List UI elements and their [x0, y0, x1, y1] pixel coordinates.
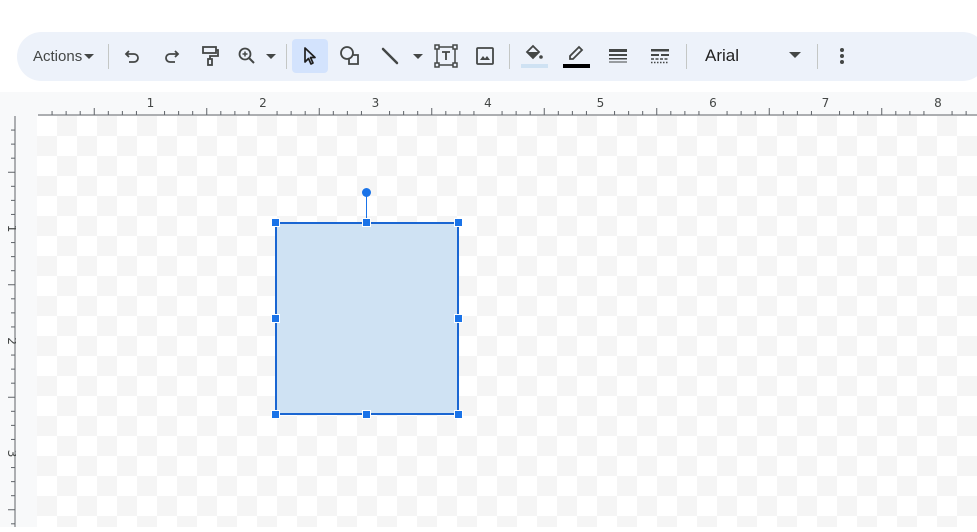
- drawing-canvas[interactable]: [37, 116, 977, 527]
- image-icon: [476, 47, 494, 65]
- actions-label: Actions: [33, 47, 83, 65]
- fill-color-button[interactable]: [519, 41, 549, 71]
- redo-button[interactable]: [157, 41, 187, 71]
- paint-format-button[interactable]: [195, 41, 225, 71]
- line-dropdown[interactable]: [411, 54, 423, 59]
- ruler-label: 4: [484, 96, 492, 110]
- font-select[interactable]: Arial: [705, 44, 739, 68]
- ruler-label: 8: [934, 96, 942, 110]
- resize-handle-top[interactable]: [362, 218, 371, 227]
- horizontal-ruler[interactable]: 1 2 3 4 5 6 7 8: [0, 92, 977, 116]
- fill-color-swatch: [520, 64, 548, 68]
- redo-icon: [165, 50, 180, 63]
- chevron-down-icon: [84, 53, 95, 59]
- border-color-swatch: [562, 64, 590, 68]
- paint-bucket-icon: [525, 44, 543, 60]
- select-button[interactable]: [292, 39, 328, 73]
- text-box-icon: [434, 44, 458, 68]
- font-name: Arial: [705, 46, 740, 65]
- toolbar: Actions Arial: [17, 32, 977, 81]
- divider: [817, 44, 818, 69]
- resize-handle-bottom-left[interactable]: [271, 410, 280, 419]
- more-vert-icon: [840, 48, 844, 64]
- zoom-dropdown[interactable]: [264, 54, 276, 59]
- actions-menu[interactable]: Actions: [33, 44, 95, 68]
- ruler-label: 2: [5, 337, 16, 345]
- ruler-label: 1: [5, 225, 16, 233]
- more-options-button[interactable]: [827, 41, 857, 71]
- resize-handle-bottom-right[interactable]: [454, 410, 463, 419]
- chevron-down-icon: [789, 52, 801, 58]
- chevron-down-icon: [266, 54, 276, 59]
- divider: [286, 44, 287, 69]
- divider: [686, 44, 687, 69]
- border-dash-icon: [651, 49, 669, 64]
- shape-icon: [340, 46, 359, 65]
- border-color-button[interactable]: [561, 41, 591, 71]
- text-box-button[interactable]: [431, 41, 461, 71]
- ruler-label: 2: [259, 96, 267, 110]
- border-weight-button[interactable]: [603, 41, 633, 71]
- vertical-ruler[interactable]: 1 2 3: [0, 116, 19, 527]
- zoom-in-icon: [238, 47, 255, 64]
- divider: [108, 44, 109, 69]
- border-weight-icon: [609, 49, 627, 63]
- paint-roller-icon: [202, 46, 219, 66]
- ruler-label: 7: [822, 96, 830, 110]
- ruler-label: 5: [597, 96, 605, 110]
- resize-handle-top-left[interactable]: [271, 218, 280, 227]
- resize-handle-bottom[interactable]: [362, 410, 371, 419]
- ruler-label: 6: [709, 96, 717, 110]
- shape-button[interactable]: [335, 41, 365, 71]
- zoom-button[interactable]: [232, 41, 262, 71]
- vertical-ruler-svg: 1 2 3: [5, 116, 19, 527]
- line-icon: [381, 47, 399, 65]
- rotation-handle[interactable]: [362, 188, 371, 197]
- ruler-label: 3: [372, 96, 380, 110]
- resize-handle-left[interactable]: [271, 314, 280, 323]
- undo-button[interactable]: [117, 41, 147, 71]
- resize-handle-top-right[interactable]: [454, 218, 463, 227]
- horizontal-ruler-svg: 1 2 3 4 5 6 7 8: [38, 96, 977, 116]
- canvas-gutter: [16, 116, 37, 527]
- ruler-label: 1: [147, 96, 155, 110]
- selected-rectangle[interactable]: [275, 222, 459, 415]
- image-button[interactable]: [470, 41, 500, 71]
- chevron-down-icon: [413, 54, 423, 59]
- cursor-arrow-icon: [304, 47, 316, 65]
- pencil-icon: [569, 45, 584, 60]
- font-dropdown[interactable]: [787, 52, 801, 58]
- undo-icon: [124, 50, 139, 63]
- border-dash-button[interactable]: [645, 41, 675, 71]
- line-button[interactable]: [375, 41, 405, 71]
- resize-handle-right[interactable]: [454, 314, 463, 323]
- divider: [509, 44, 510, 69]
- ruler-label: 3: [5, 450, 16, 458]
